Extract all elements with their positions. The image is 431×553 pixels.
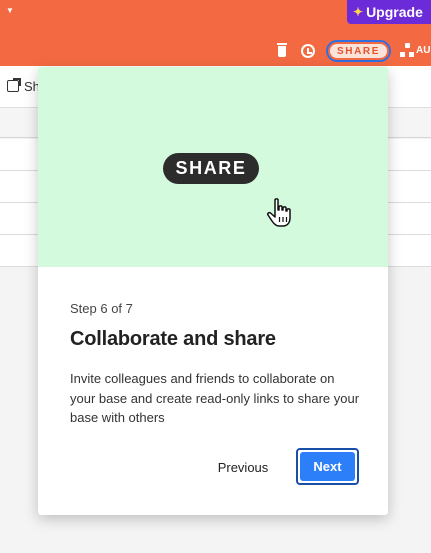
tour-step-indicator: Step 6 of 7 — [70, 301, 133, 316]
tour-popover: SHARE Step 6 of 7 Collaborate and share … — [38, 67, 388, 515]
automations-icon — [400, 43, 414, 57]
external-link-icon[interactable] — [7, 78, 21, 92]
share-button[interactable]: SHARE — [326, 40, 391, 62]
share-illustration-pill: SHARE — [163, 153, 259, 184]
next-button[interactable]: Next — [300, 452, 355, 481]
next-button-focus-ring: Next — [296, 448, 359, 485]
tour-description: Invite colleagues and friends to collabo… — [70, 371, 360, 425]
history-icon[interactable] — [300, 42, 316, 60]
caret-down-icon[interactable]: ▼ — [6, 6, 14, 15]
tour-hero-illustration: SHARE — [38, 67, 388, 267]
previous-button[interactable]: Previous — [206, 452, 280, 482]
automations-button[interactable]: AU — [400, 43, 430, 57]
sparkle-icon: ✦ — [353, 5, 364, 19]
top-bar: ▼ ✦ Upgrade SHARE AU — [0, 0, 431, 66]
tour-title: Collaborate and share — [70, 328, 276, 350]
upgrade-button[interactable]: ✦ Upgrade — [347, 0, 431, 24]
automations-label: AU — [416, 44, 431, 56]
upgrade-label: Upgrade — [366, 4, 423, 20]
trash-icon[interactable] — [274, 42, 290, 60]
share-button-label: SHARE — [330, 44, 387, 58]
hand-pointer-icon — [267, 198, 291, 227]
